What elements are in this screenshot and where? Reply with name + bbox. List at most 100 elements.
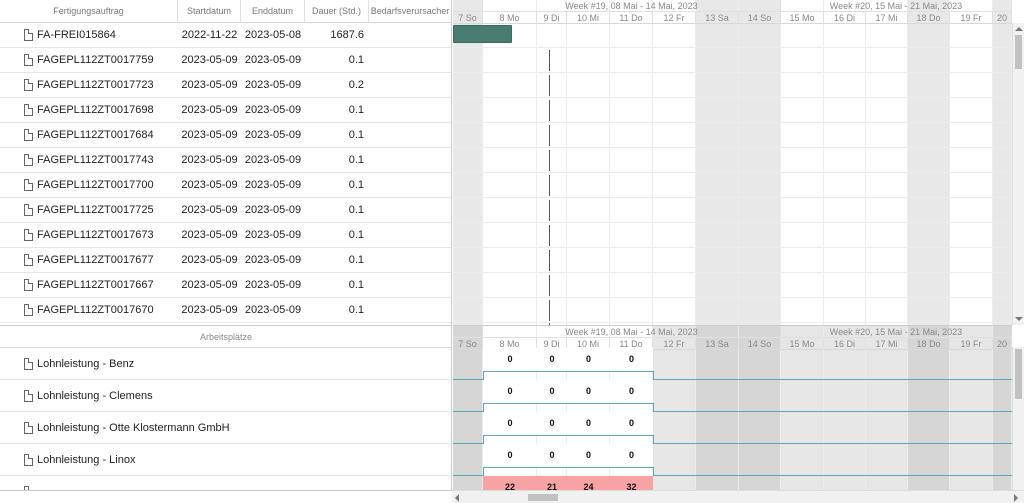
document-icon <box>24 29 33 41</box>
resource-scroll-thumb[interactable] <box>1015 349 1022 399</box>
task-cell-order: FAGEPL112ZT0017684 <box>37 129 154 141</box>
horizontal-scroll-thumb[interactable] <box>528 494 558 501</box>
resource-row[interactable]: Lohnleistung - Otte Klostermann GmbH <box>0 412 451 444</box>
resource-day-column <box>653 326 696 490</box>
task-cell-end: 2023-05-08 <box>244 29 302 41</box>
resource-day-header[interactable]: 14 So <box>739 338 781 350</box>
task-bar[interactable] <box>549 225 550 246</box>
task-day-header[interactable]: 15 Mo <box>781 12 824 24</box>
resource-day-column <box>950 326 993 490</box>
resource-row[interactable]: Lohnleistung - Clemens <box>0 380 451 412</box>
task-day-header[interactable]: 8 Mo <box>483 12 537 24</box>
task-bar[interactable] <box>549 125 550 146</box>
resource-day-header[interactable]: 15 Mo <box>781 338 824 350</box>
task-cell-cause <box>369 298 451 323</box>
task-row[interactable]: FAGEPL112ZT0017743 2023-05-09 2023-05-09 0.… <box>0 148 451 173</box>
resource-day-header[interactable]: 17 Mi <box>866 338 908 350</box>
resource-day-header[interactable]: 7 So <box>453 338 483 350</box>
task-cell-start: 2023-05-09 <box>181 179 238 191</box>
day-column <box>908 0 950 325</box>
task-row[interactable]: FAGEPL112ZT0017670 2023-05-09 2023-05-09 0.… <box>0 298 451 323</box>
task-day-header[interactable]: 12 Fr <box>653 12 696 24</box>
document-icon <box>24 79 33 91</box>
task-cell-duration: 1687.6 <box>330 29 364 41</box>
task-row[interactable]: FAGEPL112ZT0017673 2023-05-09 2023-05-09 0.… <box>0 223 451 248</box>
column-header-cause[interactable]: Bedarfsverursacher <box>369 0 451 23</box>
task-cell-duration: 0.1 <box>348 204 364 216</box>
scroll-down-icon[interactable] <box>1015 317 1023 321</box>
task-row[interactable]: FAGEPL112ZT0017759 2023-05-09 2023-05-09 0.… <box>0 48 451 73</box>
task-row[interactable]: FAGEPL112ZT0017684 2023-05-09 2023-05-09 0.… <box>0 123 451 148</box>
resource-load-value: 0 <box>610 412 653 435</box>
task-bar[interactable] <box>549 250 550 271</box>
task-day-header[interactable]: 10 Mi <box>567 12 610 24</box>
task-row[interactable]: FAGEPL112ZT0017700 2023-05-09 2023-05-09 0.… <box>0 173 451 198</box>
resource-day-header[interactable]: 19 Fr <box>950 338 993 350</box>
task-day-header[interactable]: 16 Di <box>824 12 866 24</box>
task-day-header[interactable]: 20 <box>993 12 1012 24</box>
task-bar[interactable] <box>453 25 512 43</box>
document-icon <box>24 254 33 266</box>
resource-load-timeline: Week #19, 08 Mai - 14 Mai, 2023 Week #20,… <box>453 325 1012 490</box>
task-bar[interactable] <box>549 300 550 321</box>
capacity-line <box>453 443 483 444</box>
scroll-right-icon[interactable] <box>1014 494 1018 502</box>
task-day-header[interactable]: 11 Do <box>610 12 653 24</box>
task-bar[interactable] <box>549 100 550 121</box>
day-column <box>993 0 1012 325</box>
task-bar[interactable] <box>549 200 550 221</box>
task-row[interactable]: FA-FREI015864 2022-11-22 2023-05-08 1687.6 <box>0 23 451 48</box>
task-bar[interactable] <box>549 50 550 71</box>
task-cell-duration: 0.1 <box>348 179 364 191</box>
capacity-line <box>483 467 653 468</box>
task-cell-end: 2023-05-09 <box>244 204 302 216</box>
task-day-header[interactable]: 14 So <box>739 12 781 24</box>
task-day-header[interactable]: 18 Do <box>908 12 950 24</box>
resource-day-header[interactable]: 20 <box>993 338 1012 350</box>
task-cell-duration: 0.1 <box>348 279 364 291</box>
task-row[interactable]: FAGEPL112ZT0017725 2023-05-09 2023-05-09 0.… <box>0 198 451 223</box>
scroll-left-icon[interactable] <box>455 494 459 502</box>
column-header-order[interactable]: Fertigungsauftrag <box>0 0 178 23</box>
task-row[interactable]: FAGEPL112ZT0017677 2023-05-09 2023-05-09 0.… <box>0 248 451 273</box>
task-vertical-scrollbar[interactable] <box>1012 23 1024 325</box>
resource-day-header[interactable]: 12 Fr <box>653 338 696 350</box>
scroll-up-icon[interactable] <box>1015 27 1023 31</box>
column-header-end[interactable]: Enddatum <box>241 0 305 23</box>
task-row[interactable]: FAGEPL112ZT0017698 2023-05-09 2023-05-09 0.… <box>0 98 451 123</box>
task-day-header[interactable]: 7 So <box>453 12 483 24</box>
task-day-header[interactable]: 13 Sa <box>696 12 739 24</box>
capacity-line <box>653 411 1012 412</box>
resource-name <box>37 476 437 490</box>
task-cell-start: 2023-05-09 <box>181 104 238 116</box>
resource-name: Lohnleistung - Clemens <box>37 390 153 402</box>
task-bar[interactable] <box>549 275 550 296</box>
resource-day-column <box>453 326 483 490</box>
task-row[interactable]: FAGEPL112ZT0017723 2023-05-09 2023-05-09 0.… <box>0 73 451 98</box>
task-bar[interactable] <box>549 150 550 171</box>
task-bar[interactable] <box>549 175 550 196</box>
resource-day-header[interactable]: 18 Do <box>908 338 950 350</box>
task-row[interactable]: FAGEPL112ZT0017667 2023-05-09 2023-05-09 0.… <box>0 273 451 298</box>
task-cell-end: 2023-05-09 <box>244 229 302 241</box>
task-day-header[interactable]: 17 Mi <box>866 12 908 24</box>
task-cell-cause <box>369 48 451 73</box>
resource-row[interactable]: Lohnleistung - Linox <box>0 444 451 476</box>
task-cell-start: 2023-05-09 <box>181 154 238 166</box>
resource-load-value: 0 <box>567 412 610 435</box>
task-day-header[interactable]: 19 Fr <box>950 12 993 24</box>
resource-vertical-scrollbar[interactable] <box>1012 347 1024 490</box>
resource-day-header[interactable]: 13 Sa <box>696 338 739 350</box>
resource-row[interactable]: Lohnleistung - Benz <box>0 348 451 380</box>
task-cell-cause <box>369 98 451 123</box>
task-bar[interactable] <box>549 75 550 96</box>
grid-footer <box>0 490 452 503</box>
column-header-duration[interactable]: Dauer (Std.) <box>305 0 369 23</box>
resource-day-header[interactable]: 16 Di <box>824 338 866 350</box>
column-header-start[interactable]: Startdatum <box>178 0 241 23</box>
timeline-horizontal-scrollbar[interactable] <box>452 490 1024 503</box>
resource-row[interactable] <box>0 476 451 490</box>
task-cell-order: FAGEPL112ZT0017698 <box>37 104 154 116</box>
scroll-thumb[interactable] <box>1015 35 1022 69</box>
task-day-header[interactable]: 9 Di <box>537 12 567 24</box>
